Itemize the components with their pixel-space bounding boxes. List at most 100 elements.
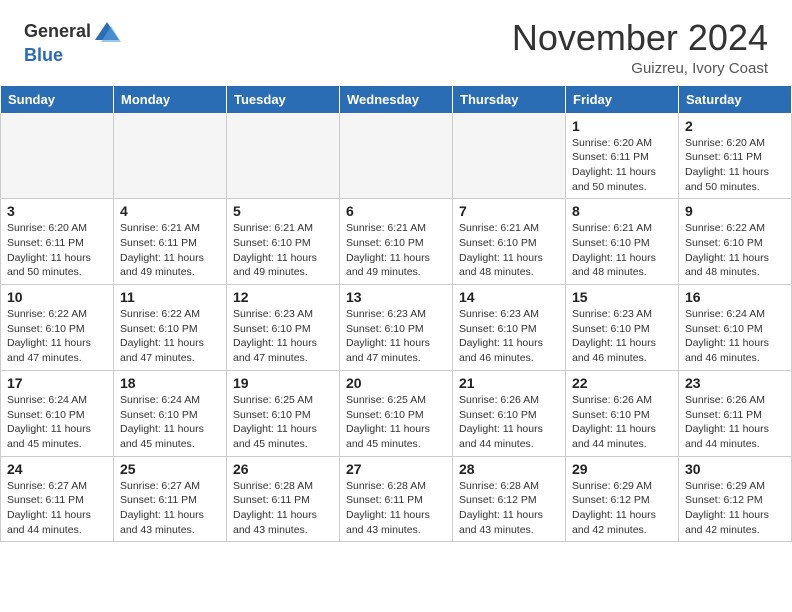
title-block: November 2024 Guizreu, Ivory Coast [512, 18, 768, 77]
calendar-week-3: 10 Sunrise: 6:22 AM Sunset: 6:10 PM Dayli… [1, 285, 792, 371]
logo-general: General [24, 22, 91, 42]
table-row [453, 113, 566, 199]
day-info: Sunrise: 6:21 AM Sunset: 6:10 PM Dayligh… [459, 221, 559, 280]
logo-icon [93, 18, 121, 46]
table-row: 12 Sunrise: 6:23 AM Sunset: 6:10 PM Dayli… [227, 285, 340, 371]
day-info: Sunrise: 6:23 AM Sunset: 6:10 PM Dayligh… [233, 307, 333, 366]
day-info: Sunrise: 6:25 AM Sunset: 6:10 PM Dayligh… [233, 393, 333, 452]
day-info: Sunrise: 6:24 AM Sunset: 6:10 PM Dayligh… [7, 393, 107, 452]
table-row [227, 113, 340, 199]
calendar-week-5: 24 Sunrise: 6:27 AM Sunset: 6:11 PM Dayli… [1, 456, 792, 542]
table-row: 8 Sunrise: 6:21 AM Sunset: 6:10 PM Daylig… [566, 199, 679, 285]
day-info: Sunrise: 6:22 AM Sunset: 6:10 PM Dayligh… [7, 307, 107, 366]
day-info: Sunrise: 6:20 AM Sunset: 6:11 PM Dayligh… [7, 221, 107, 280]
day-info: Sunrise: 6:20 AM Sunset: 6:11 PM Dayligh… [685, 136, 785, 195]
header-thursday: Thursday [453, 85, 566, 113]
day-number: 30 [685, 461, 785, 477]
day-number: 12 [233, 289, 333, 305]
table-row: 1Sunrise: 6:20 AM Sunset: 6:11 PM Daylig… [566, 113, 679, 199]
page-header: General Blue November 2024 Guizreu, Ivor… [0, 0, 792, 85]
calendar-table: Sunday Monday Tuesday Wednesday Thursday… [0, 85, 792, 543]
day-number: 15 [572, 289, 672, 305]
table-row: 6 Sunrise: 6:21 AM Sunset: 6:10 PM Daylig… [340, 199, 453, 285]
table-row: 16 Sunrise: 6:24 AM Sunset: 6:10 PM Dayli… [679, 285, 792, 371]
day-info: Sunrise: 6:23 AM Sunset: 6:10 PM Dayligh… [572, 307, 672, 366]
location-title: Guizreu, Ivory Coast [512, 60, 768, 77]
table-row: 23Sunrise: 6:26 AM Sunset: 6:11 PM Dayli… [679, 370, 792, 456]
day-info: Sunrise: 6:23 AM Sunset: 6:10 PM Dayligh… [459, 307, 559, 366]
day-info: Sunrise: 6:23 AM Sunset: 6:10 PM Dayligh… [346, 307, 446, 366]
day-number: 7 [459, 203, 559, 219]
calendar-week-2: 3 Sunrise: 6:20 AM Sunset: 6:11 PM Daylig… [1, 199, 792, 285]
day-number: 26 [233, 461, 333, 477]
day-number: 11 [120, 289, 220, 305]
day-number: 2 [685, 118, 785, 134]
day-number: 28 [459, 461, 559, 477]
day-info: Sunrise: 6:29 AM Sunset: 6:12 PM Dayligh… [572, 479, 672, 538]
table-row: 28 Sunrise: 6:28 AM Sunset: 6:12 PM Dayli… [453, 456, 566, 542]
table-row: 13Sunrise: 6:23 AM Sunset: 6:10 PM Dayli… [340, 285, 453, 371]
day-number: 4 [120, 203, 220, 219]
day-info: Sunrise: 6:28 AM Sunset: 6:11 PM Dayligh… [346, 479, 446, 538]
day-number: 10 [7, 289, 107, 305]
day-info: Sunrise: 6:26 AM Sunset: 6:10 PM Dayligh… [459, 393, 559, 452]
header-wednesday: Wednesday [340, 85, 453, 113]
table-row [340, 113, 453, 199]
day-number: 5 [233, 203, 333, 219]
month-title: November 2024 [512, 18, 768, 58]
table-row [114, 113, 227, 199]
day-number: 6 [346, 203, 446, 219]
logo-blue: Blue [24, 46, 121, 66]
day-number: 23 [685, 375, 785, 391]
table-row: 29Sunrise: 6:29 AM Sunset: 6:12 PM Dayli… [566, 456, 679, 542]
calendar-wrapper: Sunday Monday Tuesday Wednesday Thursday… [0, 85, 792, 543]
table-row: 20Sunrise: 6:25 AM Sunset: 6:10 PM Dayli… [340, 370, 453, 456]
day-number: 3 [7, 203, 107, 219]
day-info: Sunrise: 6:21 AM Sunset: 6:11 PM Dayligh… [120, 221, 220, 280]
day-number: 25 [120, 461, 220, 477]
day-info: Sunrise: 6:27 AM Sunset: 6:11 PM Dayligh… [7, 479, 107, 538]
day-info: Sunrise: 6:24 AM Sunset: 6:10 PM Dayligh… [685, 307, 785, 366]
day-info: Sunrise: 6:21 AM Sunset: 6:10 PM Dayligh… [572, 221, 672, 280]
day-number: 21 [459, 375, 559, 391]
day-info: Sunrise: 6:28 AM Sunset: 6:11 PM Dayligh… [233, 479, 333, 538]
table-row: 11Sunrise: 6:22 AM Sunset: 6:10 PM Dayli… [114, 285, 227, 371]
table-row: 5Sunrise: 6:21 AM Sunset: 6:10 PM Daylig… [227, 199, 340, 285]
day-info: Sunrise: 6:28 AM Sunset: 6:12 PM Dayligh… [459, 479, 559, 538]
calendar-week-4: 17Sunrise: 6:24 AM Sunset: 6:10 PM Dayli… [1, 370, 792, 456]
day-number: 27 [346, 461, 446, 477]
header-saturday: Saturday [679, 85, 792, 113]
table-row: 30Sunrise: 6:29 AM Sunset: 6:12 PM Dayli… [679, 456, 792, 542]
weekday-header-row: Sunday Monday Tuesday Wednesday Thursday… [1, 85, 792, 113]
table-row: 21 Sunrise: 6:26 AM Sunset: 6:10 PM Dayli… [453, 370, 566, 456]
table-row: 3 Sunrise: 6:20 AM Sunset: 6:11 PM Daylig… [1, 199, 114, 285]
table-row: 4 Sunrise: 6:21 AM Sunset: 6:11 PM Daylig… [114, 199, 227, 285]
table-row: 2 Sunrise: 6:20 AM Sunset: 6:11 PM Daylig… [679, 113, 792, 199]
table-row: 24 Sunrise: 6:27 AM Sunset: 6:11 PM Dayli… [1, 456, 114, 542]
header-tuesday: Tuesday [227, 85, 340, 113]
day-number: 24 [7, 461, 107, 477]
table-row: 18 Sunrise: 6:24 AM Sunset: 6:10 PM Dayli… [114, 370, 227, 456]
calendar-week-1: 1 Sunrise: 6:20 AM Sunset: 6:11 PM Daylig… [1, 113, 792, 199]
day-info: Sunrise: 6:22 AM Sunset: 6:10 PM Dayligh… [685, 221, 785, 280]
day-number: 8 [572, 203, 672, 219]
day-info: Sunrise: 6:24 AM Sunset: 6:10 PM Dayligh… [120, 393, 220, 452]
day-info: Sunrise: 6:25 AM Sunset: 6:10 PM Dayligh… [346, 393, 446, 452]
table-row: 22Sunrise: 6:26 AM Sunset: 6:10 PM Dayli… [566, 370, 679, 456]
table-row [1, 113, 114, 199]
table-row: 7 Sunrise: 6:21 AM Sunset: 6:10 PM Daylig… [453, 199, 566, 285]
day-info: Sunrise: 6:21 AM Sunset: 6:10 PM Dayligh… [346, 221, 446, 280]
logo: General Blue [24, 18, 121, 66]
table-row: 19 Sunrise: 6:25 AM Sunset: 6:10 PM Dayli… [227, 370, 340, 456]
day-number: 18 [120, 375, 220, 391]
day-info: Sunrise: 6:26 AM Sunset: 6:10 PM Dayligh… [572, 393, 672, 452]
table-row: 9 Sunrise: 6:22 AM Sunset: 6:10 PM Daylig… [679, 199, 792, 285]
day-number: 1 [572, 118, 672, 134]
table-row: 17Sunrise: 6:24 AM Sunset: 6:10 PM Dayli… [1, 370, 114, 456]
table-row: 15 Sunrise: 6:23 AM Sunset: 6:10 PM Dayli… [566, 285, 679, 371]
day-number: 16 [685, 289, 785, 305]
day-number: 19 [233, 375, 333, 391]
header-monday: Monday [114, 85, 227, 113]
day-info: Sunrise: 6:27 AM Sunset: 6:11 PM Dayligh… [120, 479, 220, 538]
day-number: 9 [685, 203, 785, 219]
